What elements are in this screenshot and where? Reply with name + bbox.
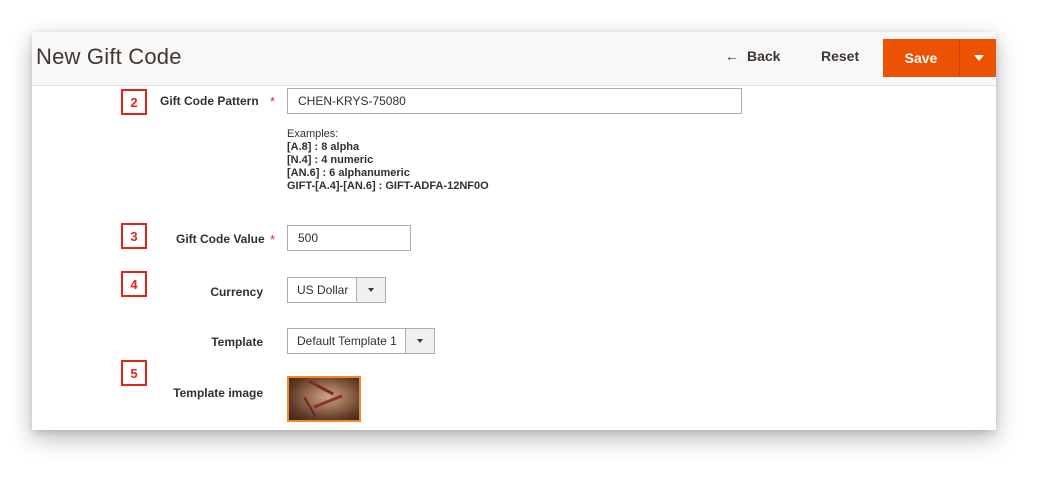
back-button-label: Back	[747, 48, 781, 64]
gift-code-pattern-input[interactable]: CHEN-KRYS-75080	[287, 88, 742, 114]
currency-label: Currency	[210, 285, 263, 299]
caret-down-icon	[416, 339, 423, 343]
gift-code-pattern-label: Gift Code Pattern	[160, 94, 259, 108]
example-line: [N.4] : 4 numeric	[287, 154, 374, 166]
gift-code-value-label: Gift Code Value	[176, 232, 265, 246]
template-image-thumbnail[interactable]	[287, 376, 361, 422]
page-header: New Gift Code ← Back Reset Save	[32, 32, 996, 86]
page-title: New Gift Code	[36, 44, 182, 69]
template-selected-value: Default Template 1	[297, 334, 397, 348]
example-line: [AN.6] : 6 alphanumeric	[287, 167, 410, 179]
currency-selected-value: US Dollar	[297, 283, 349, 297]
required-marker: *	[270, 232, 276, 247]
pattern-examples: Examples: [A.8] : 8 alpha [N.4] : 4 nume…	[287, 128, 489, 193]
caret-down-icon	[973, 55, 984, 61]
reset-button[interactable]: Reset	[821, 48, 859, 64]
caret-down-icon	[368, 288, 375, 292]
examples-title: Examples:	[287, 128, 339, 140]
save-button-group: Save	[883, 39, 996, 77]
callout-marker: 5	[121, 360, 147, 386]
example-line: GIFT-[A.4]-[AN.6] : GIFT-ADFA-12NF0O	[287, 180, 489, 192]
arrow-left-icon: ←	[725, 48, 739, 64]
template-label: Template	[211, 335, 263, 349]
required-marker: *	[270, 94, 276, 109]
example-line: [A.8] : 8 alpha	[287, 141, 360, 153]
template-dropdown-toggle[interactable]	[404, 329, 434, 353]
currency-dropdown-toggle[interactable]	[356, 278, 386, 302]
callout-marker: 3	[121, 223, 147, 249]
save-button[interactable]: Save	[883, 39, 959, 77]
callout-marker: 2	[121, 89, 147, 115]
template-select[interactable]: Default Template 1	[287, 328, 435, 354]
template-image-label: Template image	[173, 386, 263, 400]
save-options-toggle[interactable]	[959, 39, 996, 77]
gift-code-value-input[interactable]: 500	[287, 225, 411, 251]
callout-marker: 4	[121, 271, 147, 297]
gift-code-panel: New Gift Code ← Back Reset Save 2 Gift C…	[32, 32, 996, 430]
back-button[interactable]: ← Back	[725, 48, 780, 64]
currency-select[interactable]: US Dollar	[287, 277, 387, 303]
